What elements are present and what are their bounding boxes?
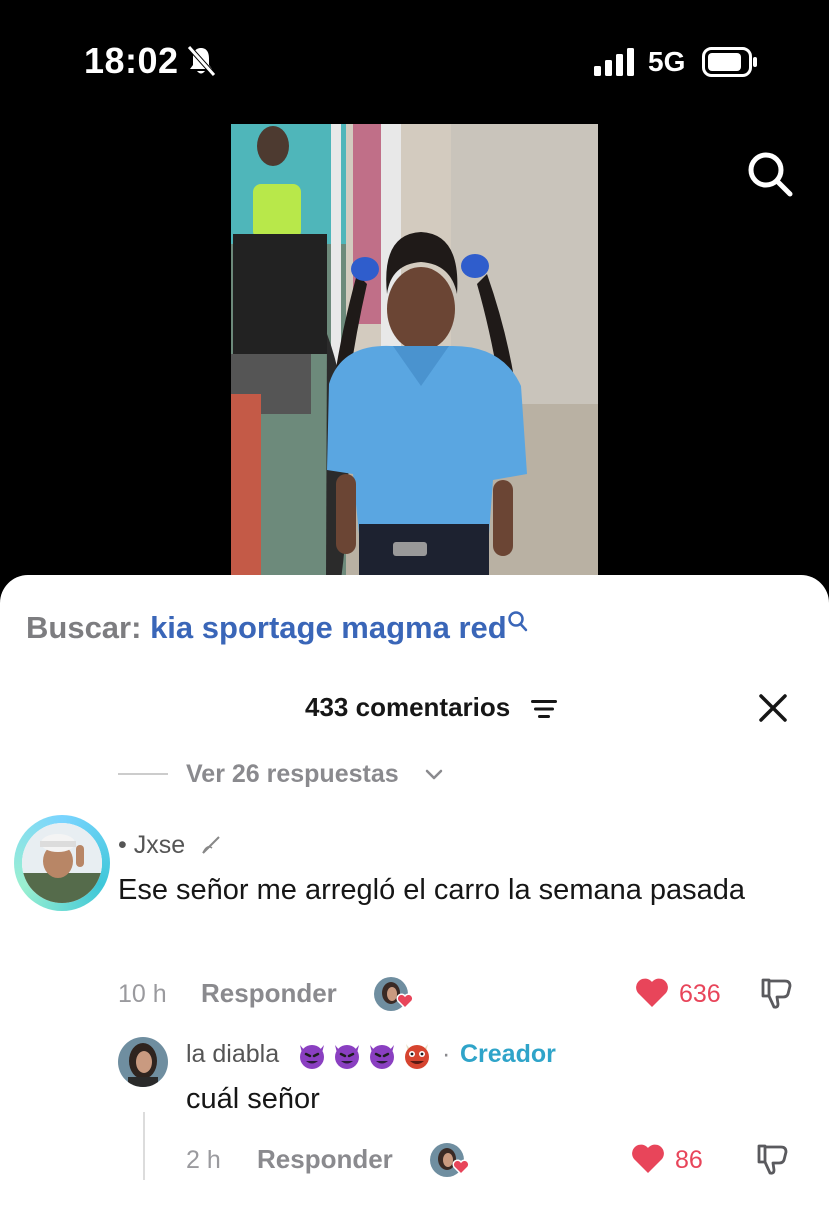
battery-icon bbox=[702, 47, 757, 77]
reply-avatar[interactable] bbox=[118, 1037, 168, 1087]
avatar[interactable] bbox=[22, 823, 102, 903]
reply-text: cuál señor bbox=[186, 1083, 320, 1115]
ogre-emoji bbox=[405, 1044, 429, 1069]
creator-badge: Creador bbox=[460, 1040, 556, 1068]
search-icon[interactable] bbox=[746, 150, 794, 198]
sort-icon[interactable] bbox=[531, 698, 557, 720]
status-time: 18:02 bbox=[84, 40, 179, 81]
video-frame bbox=[231, 124, 598, 580]
like-count: 86 bbox=[675, 1146, 703, 1174]
devil-emoji bbox=[370, 1045, 394, 1069]
replies-divider bbox=[118, 773, 168, 775]
status-bar: 18:02 5G bbox=[0, 0, 829, 120]
view-replies-button[interactable]: Ver 26 respuestas bbox=[186, 760, 399, 789]
signal-icon bbox=[594, 48, 634, 76]
devil-emoji bbox=[335, 1045, 359, 1069]
pencil-icon bbox=[202, 836, 220, 854]
heart-icon bbox=[396, 993, 414, 1009]
dislike-icon[interactable] bbox=[755, 1142, 791, 1176]
reply-button[interactable]: Responder bbox=[201, 978, 337, 1009]
reply-avatar-image bbox=[118, 1037, 168, 1087]
reply-username[interactable]: la diabla bbox=[186, 1040, 279, 1069]
heart-icon[interactable] bbox=[630, 1143, 666, 1175]
network-type: 5G bbox=[648, 46, 686, 77]
comment-username[interactable]: • Jxse bbox=[118, 831, 185, 860]
comments-count: 433 comentarios bbox=[305, 692, 511, 722]
close-icon[interactable] bbox=[757, 692, 789, 724]
heart-icon bbox=[452, 1159, 470, 1175]
thread-line bbox=[143, 1112, 145, 1180]
video-player[interactable] bbox=[231, 124, 598, 580]
chevron-down-icon[interactable] bbox=[424, 766, 444, 784]
heart-icon[interactable] bbox=[634, 977, 670, 1009]
search-small-icon bbox=[508, 611, 528, 632]
comment-time: 10 h bbox=[118, 980, 167, 1008]
devil-emoji bbox=[300, 1045, 324, 1069]
dislike-icon[interactable] bbox=[759, 976, 795, 1010]
comment-text: Ese señor me arregló el carro la semana … bbox=[118, 874, 746, 906]
search-suggestion[interactable]: Buscar: kia sportage magma red bbox=[26, 610, 507, 646]
search-suggestion-label: Buscar: bbox=[26, 610, 142, 645]
bell-off-icon bbox=[187, 45, 216, 77]
reply-button[interactable]: Responder bbox=[257, 1144, 393, 1175]
avatar-image bbox=[22, 823, 102, 903]
search-suggestion-query[interactable]: kia sportage magma red bbox=[150, 610, 507, 645]
like-count: 636 bbox=[679, 980, 721, 1008]
reply-time: 2 h bbox=[186, 1146, 221, 1174]
creator-separator: · bbox=[442, 1040, 451, 1068]
